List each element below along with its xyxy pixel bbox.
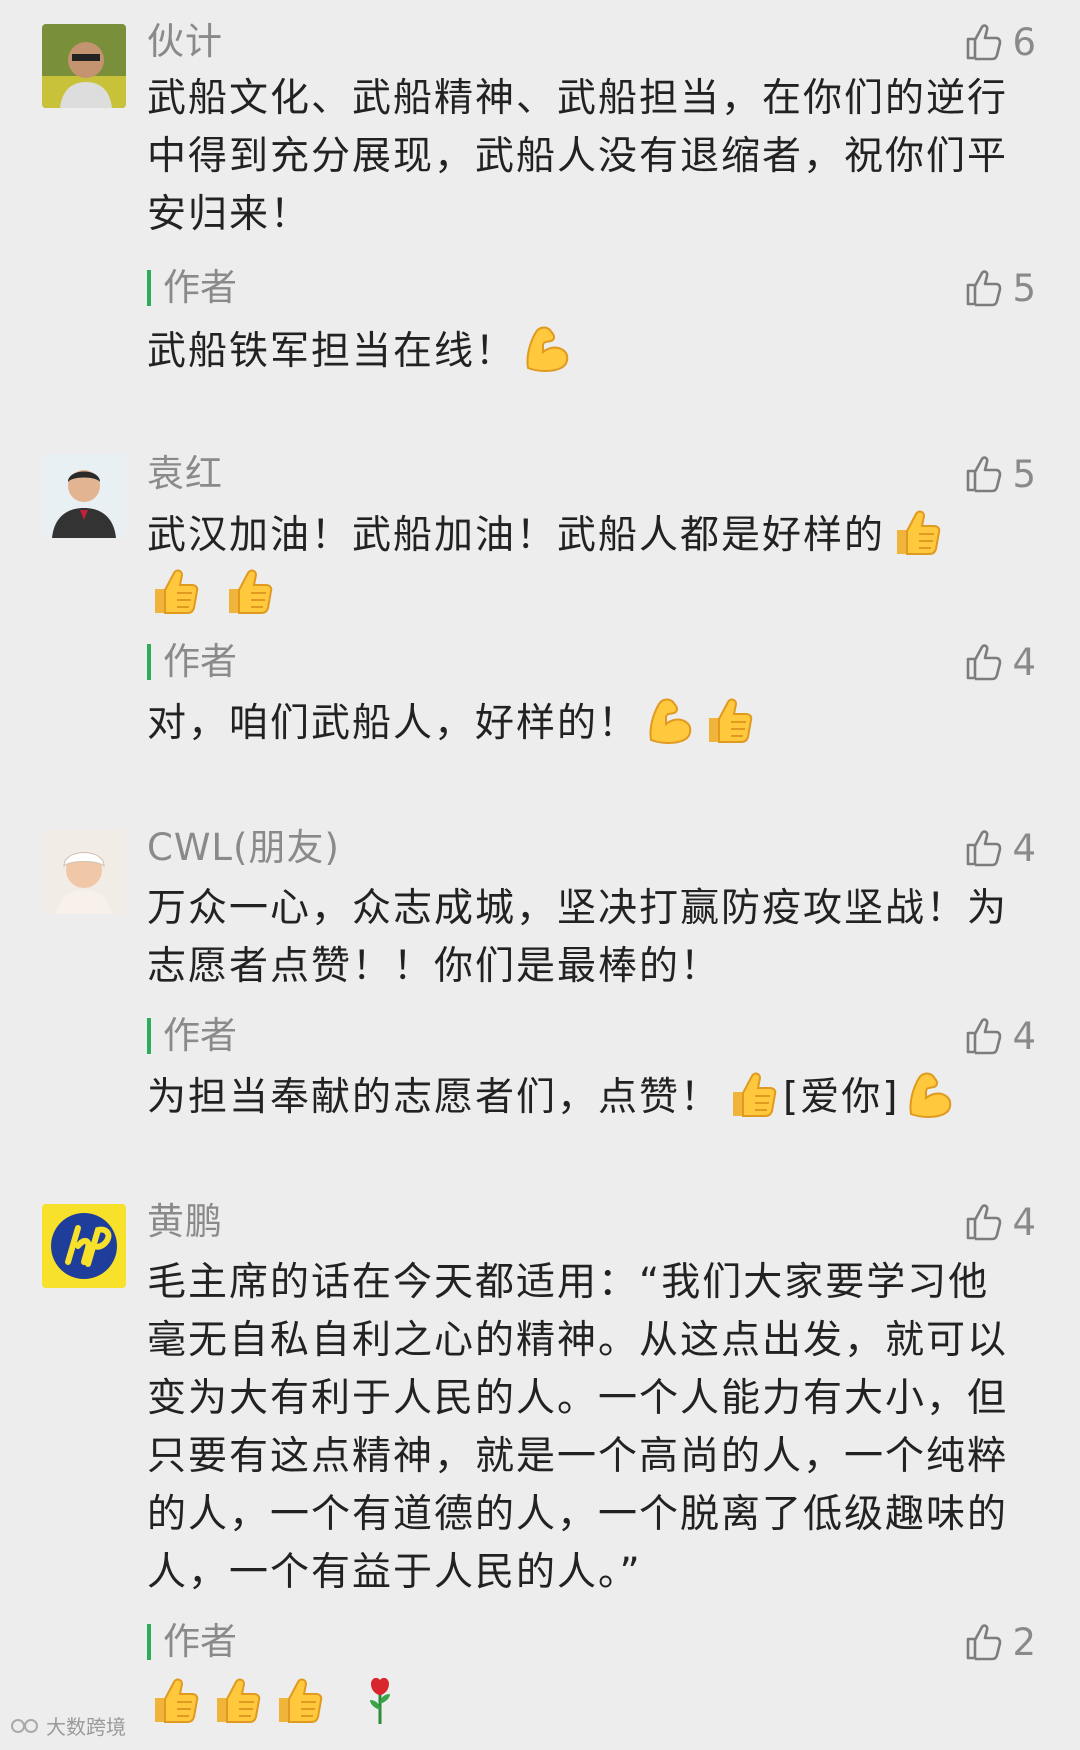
like-count: 5: [1012, 266, 1036, 310]
author-bar: [147, 644, 151, 680]
commenter-name[interactable]: 袁红: [147, 452, 223, 496]
author-label: 作者: [163, 266, 237, 309]
thumbs-up-icon: [964, 1202, 1004, 1242]
author-bar: [147, 270, 151, 306]
reply-like-button[interactable]: 5: [964, 266, 1036, 310]
thumbs-up-icon: [964, 1016, 1004, 1056]
thumbs-up-icon: [964, 1622, 1004, 1662]
thumbs-up-icon: [964, 268, 1004, 308]
thumbs-up-emoji: [209, 1674, 263, 1728]
flexed-biceps-emoji: [643, 694, 697, 748]
avatar[interactable]: [42, 454, 126, 538]
comment-text: 武汉加油！武船加油！武船人都是好样的: [147, 506, 1027, 624]
thumbs-up-emoji: [271, 1674, 325, 1728]
reply-text: 武船铁军担当在线！: [147, 322, 1027, 381]
thumbs-up-icon: [964, 454, 1004, 494]
thumbs-up-icon: [964, 828, 1004, 868]
like-count: 4: [1012, 640, 1036, 684]
author-label: 作者: [163, 1620, 237, 1663]
like-count: 5: [1012, 452, 1036, 496]
thumbs-up-icon: [964, 642, 1004, 682]
commenter-name[interactable]: 伙计: [147, 20, 223, 64]
thumbs-up-emoji: [147, 1674, 201, 1728]
like-button[interactable]: 4: [964, 826, 1036, 870]
rose-emoji: [353, 1674, 407, 1728]
like-count: 2: [1012, 1620, 1036, 1664]
comment-text: 毛主席的话在今天都适用：“我们大家要学习他毫无自私自利之心的精神。从这点出发，就…: [147, 1260, 1009, 1595]
like-button[interactable]: 5: [964, 452, 1036, 496]
author-bar: [147, 1018, 151, 1054]
author-bar: [147, 1624, 151, 1660]
reply-like-button[interactable]: 4: [964, 640, 1036, 684]
commenter-name[interactable]: CWL(朋友): [147, 826, 340, 870]
like-button[interactable]: 6: [964, 20, 1036, 64]
like-count: 4: [1012, 1200, 1036, 1244]
avatar[interactable]: [42, 1204, 126, 1288]
thumbs-up-emoji: [889, 506, 943, 560]
comment-text: 万众一心，众志成城，坚决打赢防疫攻坚战！为志愿者点赞！！你们是最棒的！: [147, 886, 1009, 989]
thumbs-up-emoji: [221, 565, 275, 619]
like-count: 6: [1012, 20, 1036, 64]
reply-like-button[interactable]: 2: [964, 1620, 1036, 1664]
reply-text: [147, 1674, 1027, 1733]
flexed-biceps-emoji: [903, 1068, 957, 1122]
thumbs-up-emoji: [725, 1068, 779, 1122]
thumbs-up-emoji: [701, 694, 755, 748]
comment-text: 武船文化、武船精神、武船担当，在你们的逆行中得到充分展现，武船人没有退缩者，祝你…: [147, 76, 1009, 237]
thumbs-up-emoji: [147, 565, 201, 619]
reply-text: 为担当奉献的志愿者们，点赞！ [爱你]: [147, 1068, 1027, 1127]
author-label: 作者: [163, 640, 237, 683]
commenter-name[interactable]: 黄鹏: [147, 1200, 223, 1244]
thumbs-up-icon: [964, 22, 1004, 62]
avatar[interactable]: [42, 830, 126, 914]
reply-like-button[interactable]: 4: [964, 1014, 1036, 1058]
watermark: 大数跨境: [10, 1711, 126, 1740]
like-count: 4: [1012, 1014, 1036, 1058]
watermark-logo-icon: [11, 1718, 38, 1733]
flexed-biceps-emoji: [520, 322, 574, 376]
like-button[interactable]: 4: [964, 1200, 1036, 1244]
watermark-text: 大数跨境: [46, 1715, 126, 1739]
author-label: 作者: [163, 1014, 237, 1057]
like-count: 4: [1012, 826, 1036, 870]
reply-text: 对，咱们武船人，好样的！: [147, 694, 1027, 753]
avatar[interactable]: [42, 24, 126, 108]
